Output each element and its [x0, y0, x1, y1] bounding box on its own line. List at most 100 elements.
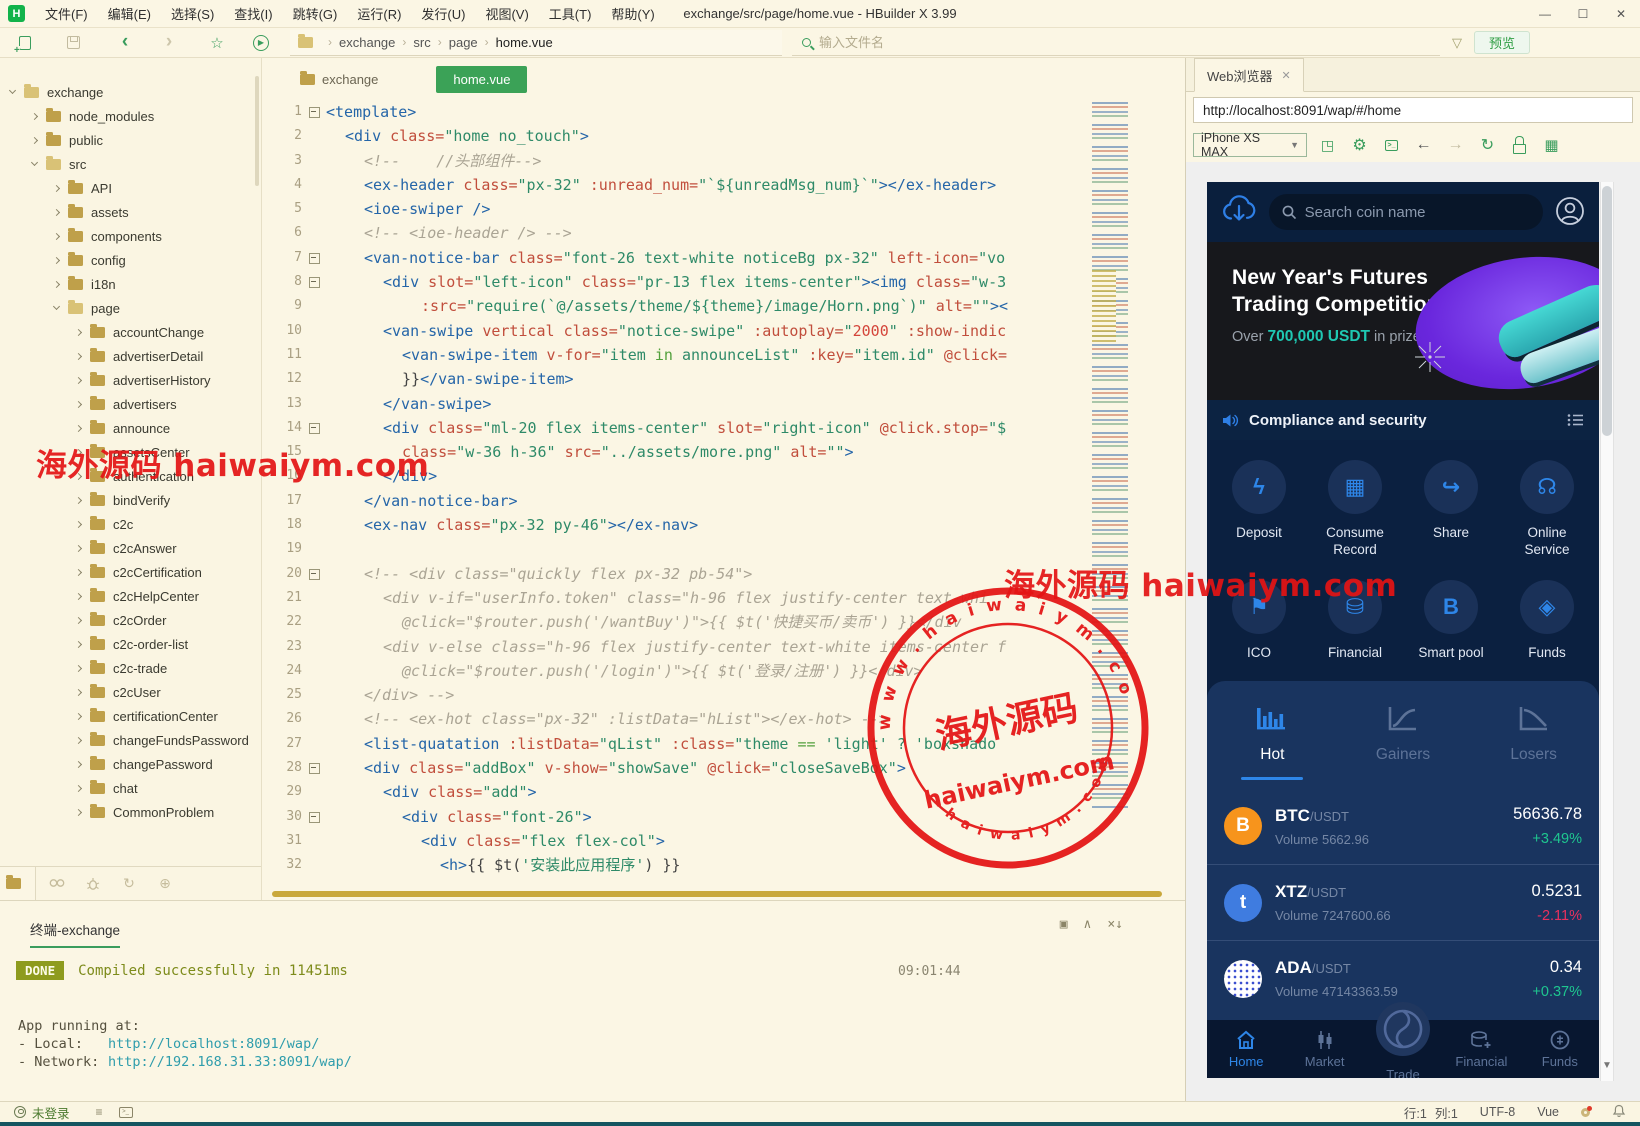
- chevron-icon[interactable]: [74, 352, 83, 360]
- close-terminal-icon[interactable]: ×↓: [1107, 917, 1123, 932]
- tree-item[interactable]: changeFundsPassword: [0, 728, 261, 752]
- preview-button[interactable]: 预览: [1474, 31, 1530, 54]
- chevron-icon[interactable]: [52, 208, 61, 216]
- new-file-button[interactable]: [10, 31, 40, 55]
- cloud-download-icon[interactable]: [1221, 194, 1257, 230]
- chevron-icon[interactable]: [52, 256, 61, 264]
- coin-row[interactable]: B BTC/USDT Volume 5662.96 56636.78 +3.49…: [1207, 788, 1599, 864]
- fold-marker-icon[interactable]: [308, 805, 322, 829]
- tree-item[interactable]: c2cUser: [0, 680, 261, 704]
- nav-market[interactable]: Market: [1285, 1020, 1363, 1078]
- cursor-col[interactable]: 列:1: [1435, 1103, 1458, 1122]
- preview-scrollbar-thumb[interactable]: [1602, 186, 1612, 436]
- export-image-icon[interactable]: ▣: [1060, 917, 1068, 932]
- chevron-icon[interactable]: [74, 784, 83, 792]
- chevron-icon[interactable]: [74, 424, 83, 432]
- network-url-link[interactable]: http://192.168.31.33:8091/wap/: [108, 1054, 352, 1070]
- close-button[interactable]: ✕: [1602, 0, 1640, 28]
- coin-row[interactable]: t XTZ/USDT Volume 7247600.66 0.5231 -2.1…: [1207, 864, 1599, 940]
- action-funds[interactable]: ◈ Funds: [1499, 580, 1595, 661]
- back-icon[interactable]: [1412, 134, 1435, 156]
- update-icon[interactable]: [1581, 1105, 1592, 1117]
- chevron-icon[interactable]: [74, 592, 83, 600]
- device-selector[interactable]: iPhone XS MAX ▼: [1193, 131, 1307, 159]
- menu-item[interactable]: 文件(F): [35, 4, 98, 23]
- chevron-icon[interactable]: [30, 136, 39, 144]
- file-search-input[interactable]: [819, 34, 1119, 50]
- editor-project-crumb[interactable]: exchange: [300, 70, 378, 87]
- tab-gainers[interactable]: Gainers: [1376, 703, 1430, 780]
- editor-horizontal-scrollbar[interactable]: [272, 891, 1162, 897]
- menu-item[interactable]: 视图(V): [475, 4, 538, 23]
- console-icon[interactable]: [1380, 134, 1403, 156]
- nav-home[interactable]: Home: [1207, 1020, 1285, 1078]
- promo-banner[interactable]: New Year's Futures Trading Competition O…: [1207, 242, 1599, 400]
- chevron-icon[interactable]: [74, 616, 83, 624]
- tree-item[interactable]: advertiserHistory: [0, 368, 261, 392]
- tree-item[interactable]: c2cHelpCenter: [0, 584, 261, 608]
- save-button[interactable]: [58, 31, 88, 55]
- language-mode[interactable]: Vue: [1537, 1105, 1559, 1119]
- tree-item[interactable]: components: [0, 224, 261, 248]
- chevron-icon[interactable]: [74, 808, 83, 816]
- chevron-icon[interactable]: [74, 736, 83, 744]
- chevron-icon[interactable]: [74, 760, 83, 768]
- maximize-button[interactable]: ☐: [1564, 0, 1602, 28]
- menu-item[interactable]: 查找(I): [224, 4, 282, 23]
- coin-search-input[interactable]: [1304, 203, 1530, 221]
- tree-item[interactable]: src: [0, 152, 261, 176]
- tree-item[interactable]: public: [0, 128, 261, 152]
- terminal-toggle-icon[interactable]: >_: [118, 1106, 133, 1118]
- tree-item[interactable]: c2c: [0, 512, 261, 536]
- fold-marker-icon[interactable]: [308, 100, 322, 124]
- breadcrumb-item[interactable]: src: [413, 35, 430, 50]
- run-button[interactable]: ▶: [246, 31, 276, 55]
- announcement-list-icon[interactable]: [1567, 413, 1584, 427]
- tree-item[interactable]: c2c-order-list: [0, 632, 261, 656]
- settings-icon[interactable]: [1348, 134, 1371, 156]
- chevron-icon[interactable]: [52, 302, 61, 311]
- chevron-icon[interactable]: [74, 496, 83, 504]
- back-button[interactable]: ‹: [110, 30, 140, 54]
- breadcrumb-item[interactable]: home.vue: [496, 35, 553, 50]
- tree-item[interactable]: c2cAnswer: [0, 536, 261, 560]
- file-tab-home-vue[interactable]: home.vue: [436, 65, 528, 93]
- tree-item[interactable]: CommonProblem: [0, 800, 261, 824]
- collapse-panel-icon[interactable]: ∧: [1084, 917, 1092, 932]
- chevron-icon[interactable]: [74, 328, 83, 336]
- login-status[interactable]: 未登录: [32, 1103, 70, 1122]
- tree-item[interactable]: c2cCertification: [0, 560, 261, 584]
- tree-item[interactable]: chat: [0, 776, 261, 800]
- outline-icon[interactable]: ≡: [96, 1105, 103, 1119]
- tree-item[interactable]: page: [0, 296, 261, 320]
- tree-item[interactable]: bindVerify: [0, 488, 261, 512]
- action-deposit[interactable]: ϟ Deposit: [1211, 460, 1307, 558]
- tree-item[interactable]: node_modules: [0, 104, 261, 128]
- tree-item[interactable]: API: [0, 176, 261, 200]
- minimize-button[interactable]: —: [1526, 0, 1564, 28]
- chevron-icon[interactable]: [74, 376, 83, 384]
- menu-item[interactable]: 发行(U): [411, 4, 475, 23]
- sidebar-scrollbar[interactable]: [255, 76, 259, 186]
- chevron-icon[interactable]: [74, 712, 83, 720]
- scroll-down-arrow-icon[interactable]: ▼: [1601, 1060, 1613, 1071]
- chevron-icon[interactable]: [52, 280, 61, 288]
- nav-trade[interactable]: Trade: [1364, 1002, 1442, 1078]
- tab-losers[interactable]: Losers: [1510, 703, 1557, 780]
- tree-item[interactable]: exchange: [0, 80, 261, 104]
- notifications-bell-icon[interactable]: [1612, 1104, 1626, 1121]
- chevron-icon[interactable]: [30, 112, 39, 120]
- debug-icon[interactable]: [78, 877, 108, 891]
- chevron-icon[interactable]: [52, 232, 61, 240]
- menu-item[interactable]: 编辑(E): [98, 4, 161, 23]
- tree-item[interactable]: c2c-trade: [0, 656, 261, 680]
- favorite-button[interactable]: ☆: [202, 31, 232, 55]
- refresh-icon[interactable]: ↻: [114, 875, 144, 892]
- action-share[interactable]: ↪ Share: [1403, 460, 1499, 558]
- menu-item[interactable]: 运行(R): [347, 4, 411, 23]
- fold-marker-icon[interactable]: [308, 756, 322, 780]
- fold-marker-icon[interactable]: [308, 246, 322, 270]
- lock-icon[interactable]: [1508, 134, 1531, 156]
- fold-marker-icon[interactable]: [308, 416, 322, 440]
- local-url-link[interactable]: http://localhost:8091/wap/: [108, 1036, 319, 1052]
